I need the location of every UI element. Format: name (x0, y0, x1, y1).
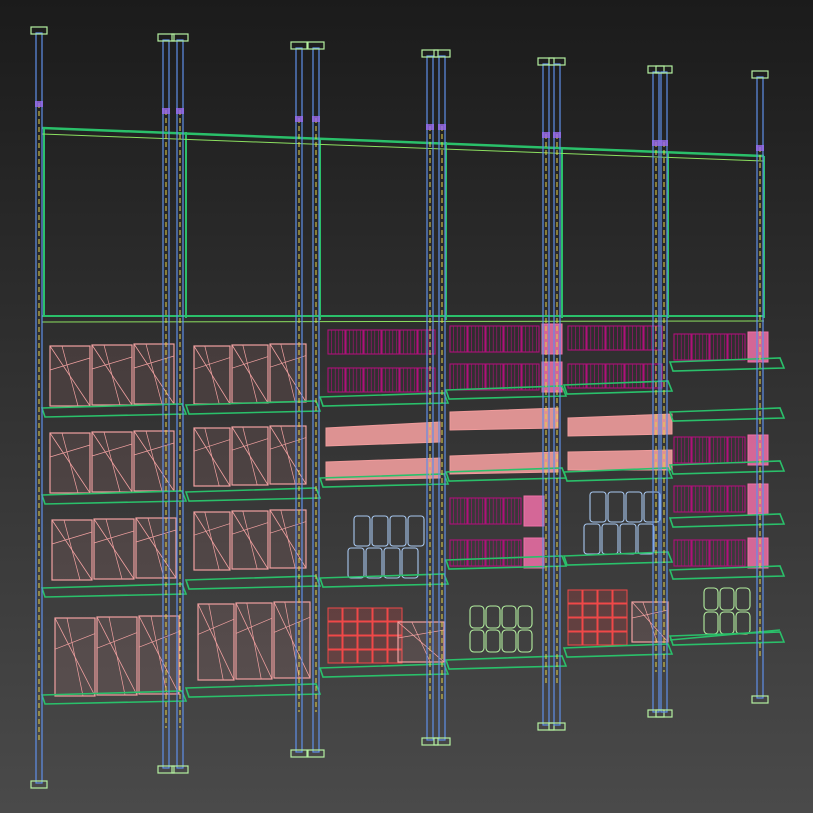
red-crate (327, 649, 343, 664)
red-crate (582, 631, 598, 646)
red-crate (342, 635, 358, 650)
post-joint (426, 124, 434, 130)
basket-pink (747, 434, 769, 466)
red-crate (582, 617, 598, 632)
red-crate (612, 589, 628, 604)
red-crate (357, 649, 373, 664)
3d-viewport[interactable] (0, 0, 813, 813)
storage-box (197, 603, 235, 681)
basket-pink (523, 537, 545, 569)
storage-box (269, 343, 307, 403)
post-joint (176, 108, 184, 114)
storage-box (631, 601, 669, 643)
post-joint (312, 116, 320, 122)
basket-pink (747, 483, 769, 515)
display-wedge (449, 407, 559, 431)
storage-box (138, 615, 180, 695)
storage-box (231, 510, 269, 570)
storage-box (96, 616, 138, 696)
storage-box (193, 345, 231, 405)
red-crate (567, 603, 583, 618)
red-crate (357, 607, 373, 622)
post-joint (295, 116, 303, 122)
red-crate (387, 607, 403, 622)
red-crate (597, 603, 613, 618)
red-crate (372, 621, 388, 636)
red-crate (567, 631, 583, 646)
storage-box (93, 518, 135, 580)
red-crate (612, 631, 628, 646)
post-joint (438, 124, 446, 130)
red-crate (372, 635, 388, 650)
storage-box (91, 431, 133, 493)
red-crate (582, 589, 598, 604)
basket-pink (541, 323, 563, 355)
basket-pink (747, 537, 769, 569)
post-joint (756, 145, 764, 151)
storage-box (51, 519, 93, 581)
red-crate (327, 621, 343, 636)
red-crate (372, 607, 388, 622)
storage-box (269, 425, 307, 485)
red-crate (567, 589, 583, 604)
red-crate (612, 617, 628, 632)
post-joint (660, 140, 668, 146)
red-crate (567, 617, 583, 632)
red-crate (327, 607, 343, 622)
storage-box (231, 344, 269, 404)
red-crate (342, 607, 358, 622)
red-crate (342, 649, 358, 664)
storage-box (91, 344, 133, 406)
red-crate (342, 621, 358, 636)
storage-box (133, 343, 175, 405)
red-crate (597, 617, 613, 632)
red-crate (597, 589, 613, 604)
storage-box (269, 509, 307, 569)
basket-pink (541, 361, 563, 393)
red-crate (327, 635, 343, 650)
storage-box (273, 601, 311, 679)
storage-box (193, 427, 231, 487)
red-crate (612, 603, 628, 618)
red-crate (372, 649, 388, 664)
red-crate (357, 621, 373, 636)
red-crate (597, 631, 613, 646)
basket-pink (747, 331, 769, 363)
storage-box (49, 345, 91, 407)
storage-box (133, 430, 175, 492)
post-joint (35, 101, 43, 107)
wireframe-scene[interactable] (0, 0, 813, 813)
storage-box (397, 621, 445, 663)
storage-box (235, 602, 273, 680)
storage-box (135, 517, 177, 579)
basket-pink (523, 495, 545, 527)
red-crate (357, 635, 373, 650)
post-joint (553, 132, 561, 138)
storage-box (231, 426, 269, 486)
red-crate (582, 603, 598, 618)
post-joint (162, 108, 170, 114)
storage-box (54, 617, 96, 697)
post-joint (652, 140, 660, 146)
storage-box (193, 511, 231, 571)
storage-box (49, 432, 91, 494)
post-joint (542, 132, 550, 138)
